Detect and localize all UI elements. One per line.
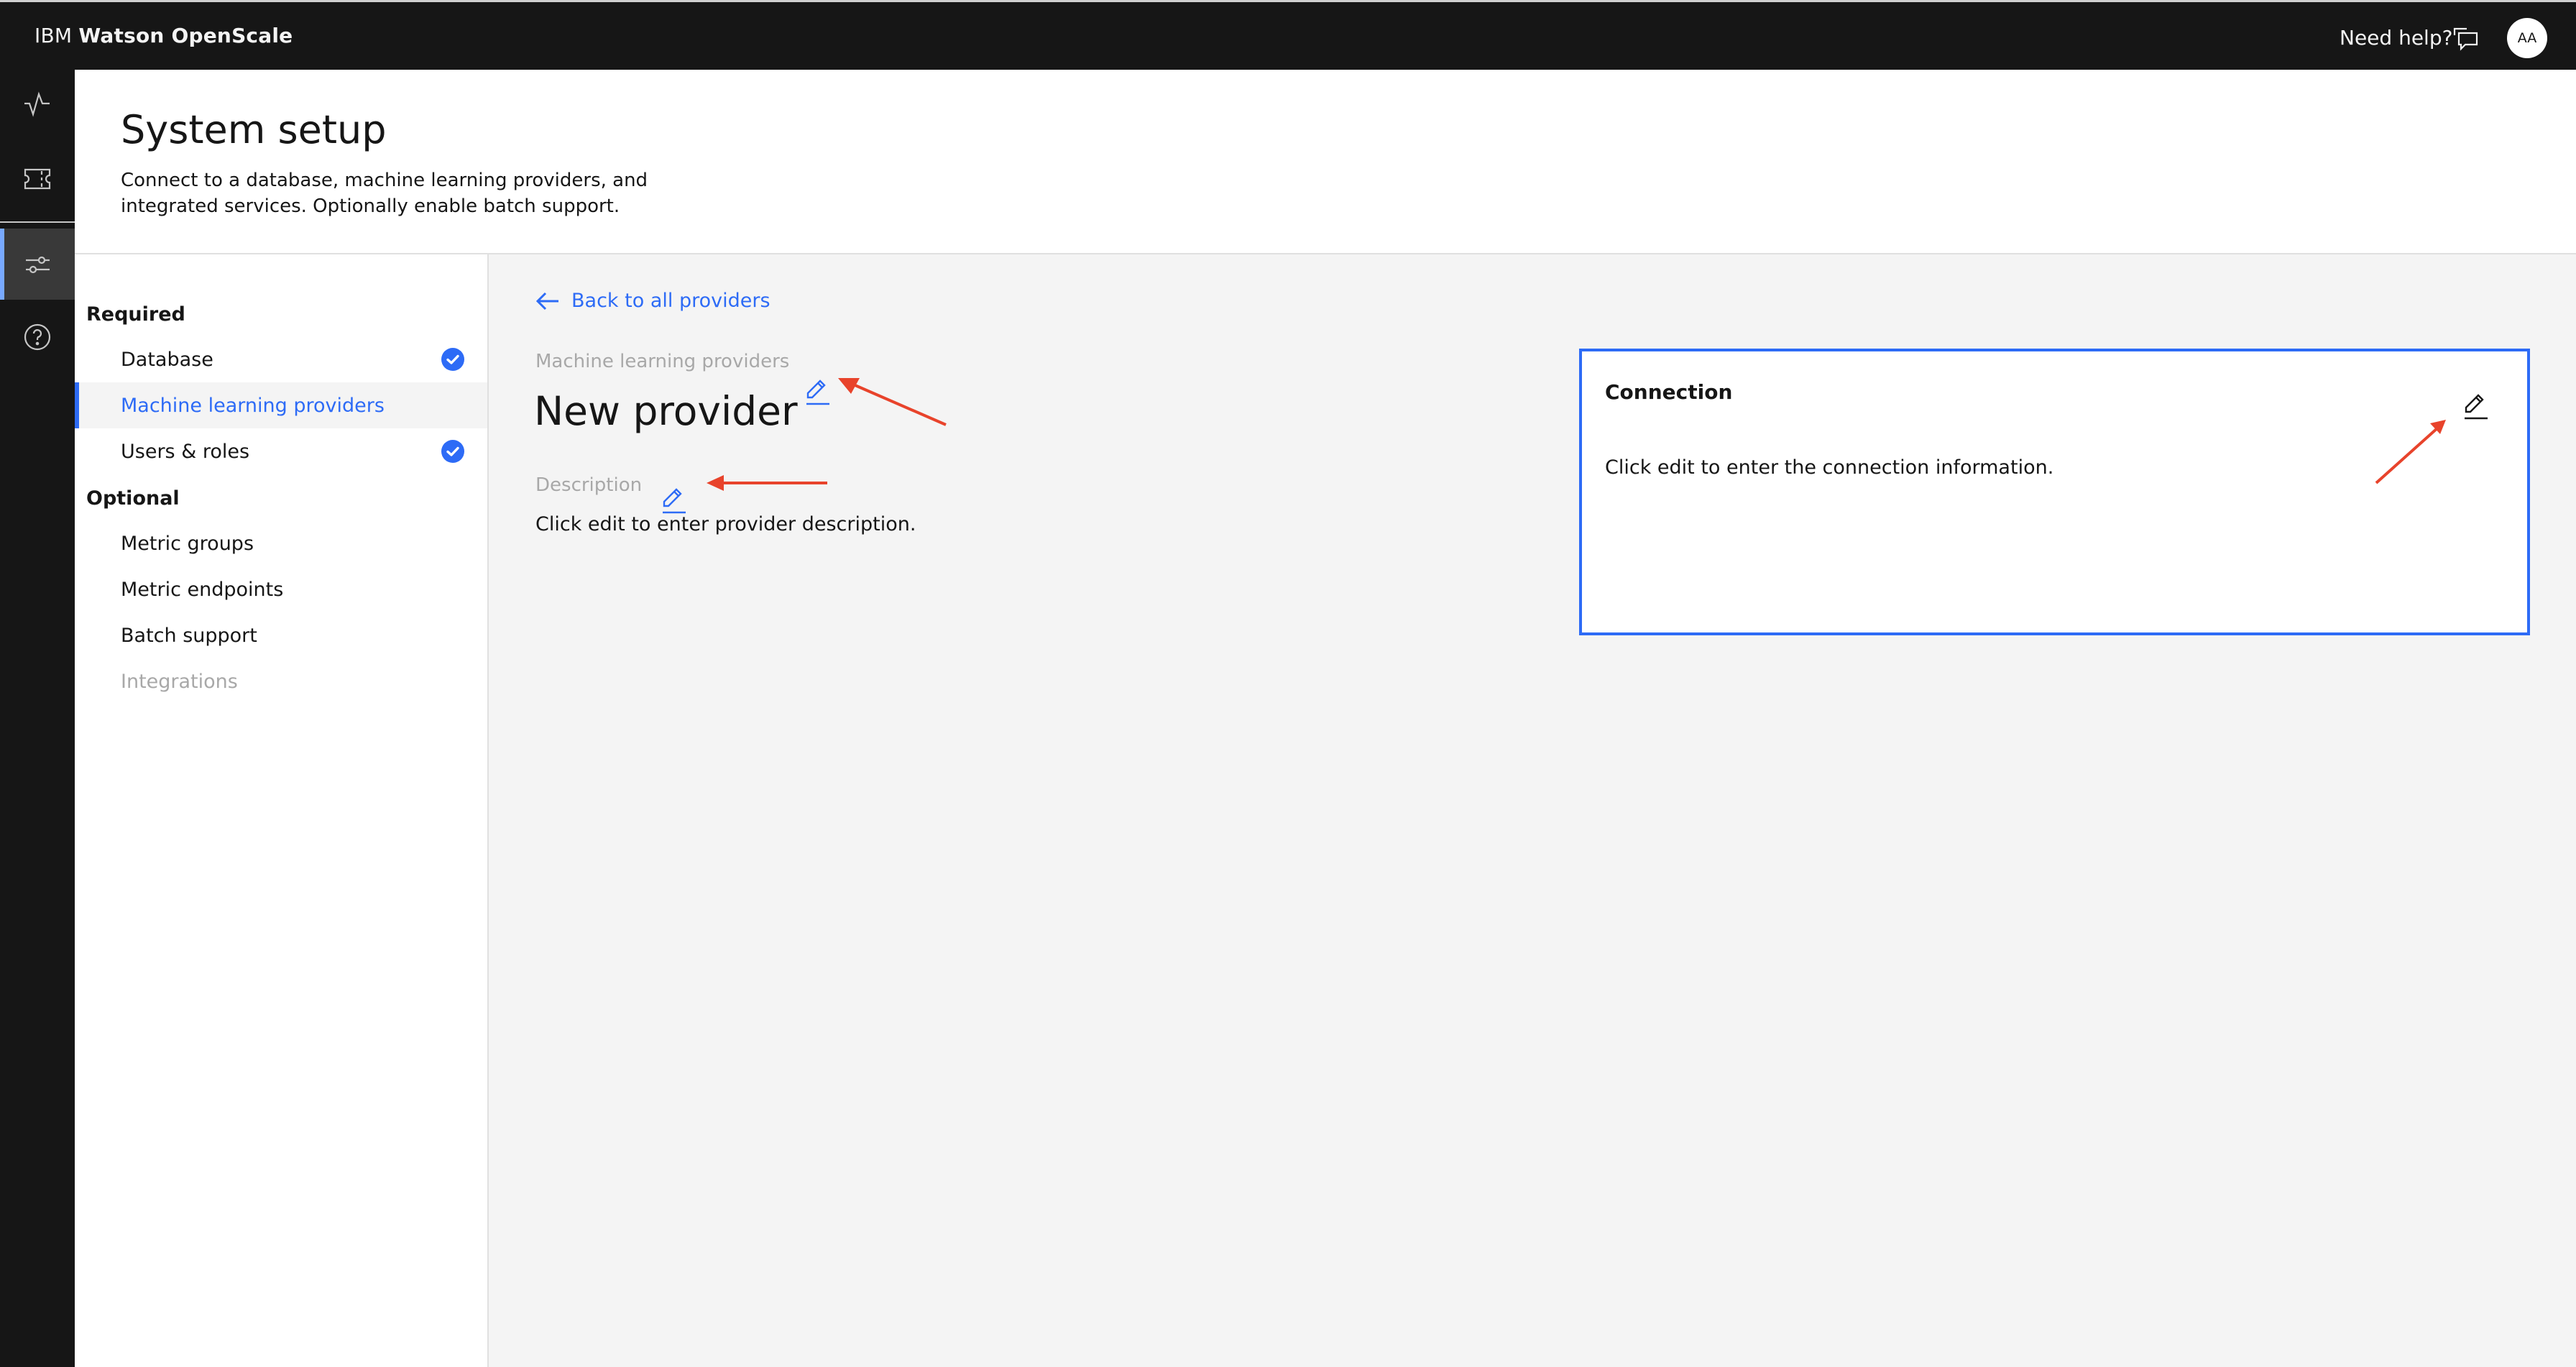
connection-title: Connection: [1605, 380, 1733, 404]
nav-item-label: Machine learning providers: [121, 394, 385, 417]
rail-item-system-setup[interactable]: [0, 229, 75, 300]
annotation-arrow: [707, 475, 827, 491]
app-title[interactable]: IBM Watson OpenScale: [34, 24, 293, 47]
nav-item-metric-endpoints[interactable]: Metric endpoints: [75, 566, 487, 612]
edit-icon: [663, 488, 686, 514]
provider-name: New provider: [534, 388, 798, 434]
edit-provider-name-button[interactable]: [806, 377, 830, 406]
brand-prefix: IBM: [34, 24, 73, 47]
page-title: System setup: [121, 107, 387, 152]
annotation-arrow: [838, 378, 947, 426]
ticket-icon: [24, 168, 51, 189]
rail-item-model-risk[interactable]: [0, 143, 75, 214]
provider-type-label: Machine learning providers: [535, 351, 790, 372]
connection-placeholder: Click edit to enter the connection infor…: [1605, 456, 2054, 479]
rail-item-help[interactable]: [0, 301, 75, 372]
brand-name: Watson OpenScale: [78, 24, 293, 47]
left-rail: [0, 70, 75, 1367]
provider-description: Click edit to enter provider description…: [535, 513, 916, 535]
chat-icon[interactable]: [2452, 27, 2480, 51]
nav-item-database[interactable]: Database: [75, 336, 487, 382]
back-link-label: Back to all providers: [571, 290, 770, 312]
arrow-left-icon: [535, 292, 558, 310]
help-circle-icon: [24, 323, 51, 350]
checkmark-filled-icon: [441, 348, 464, 371]
rail-item-insights[interactable]: [0, 70, 75, 141]
nav-item-label: Metric endpoints: [121, 578, 284, 601]
edit-connection-button[interactable]: [2464, 392, 2488, 420]
setup-side-nav: Required Database Machine learning provi…: [75, 254, 489, 1367]
need-help-link[interactable]: Need help?: [2340, 26, 2452, 50]
nav-item-integrations: Integrations: [75, 658, 487, 704]
rail-divider: [0, 221, 75, 223]
back-to-providers-link[interactable]: Back to all providers: [535, 290, 770, 312]
nav-item-label: Batch support: [121, 624, 257, 647]
edit-icon: [2465, 394, 2488, 420]
nav-item-label: Database: [121, 348, 213, 371]
nav-item-batch-support[interactable]: Batch support: [75, 612, 487, 658]
nav-item-label: Integrations: [121, 670, 238, 693]
connection-card: Connection Click edit to enter the conne…: [1579, 349, 2530, 635]
nav-item-label: Users & roles: [121, 440, 250, 463]
edit-icon: [806, 379, 829, 405]
user-avatar[interactable]: AA: [2507, 18, 2547, 58]
nav-item-label: Metric groups: [121, 532, 254, 555]
nav-item-metric-groups[interactable]: Metric groups: [75, 520, 487, 566]
nav-section-required: Required: [86, 303, 185, 326]
page-description: Connect to a database, machine learning …: [121, 170, 648, 217]
description-label: Description: [535, 474, 643, 496]
checkmark-filled-icon: [441, 440, 464, 463]
activity-icon: [24, 91, 50, 117]
sliders-icon: [26, 256, 50, 273]
nav-item-users-roles[interactable]: Users & roles: [75, 428, 487, 474]
top-header: IBM Watson OpenScale Need help? AA: [0, 0, 2576, 70]
edit-description-button[interactable]: [662, 486, 686, 515]
page-header: System setup Connect to a database, mach…: [75, 70, 2576, 254]
nav-item-machine-learning-providers[interactable]: Machine learning providers: [75, 382, 487, 428]
nav-section-optional: Optional: [86, 487, 180, 510]
